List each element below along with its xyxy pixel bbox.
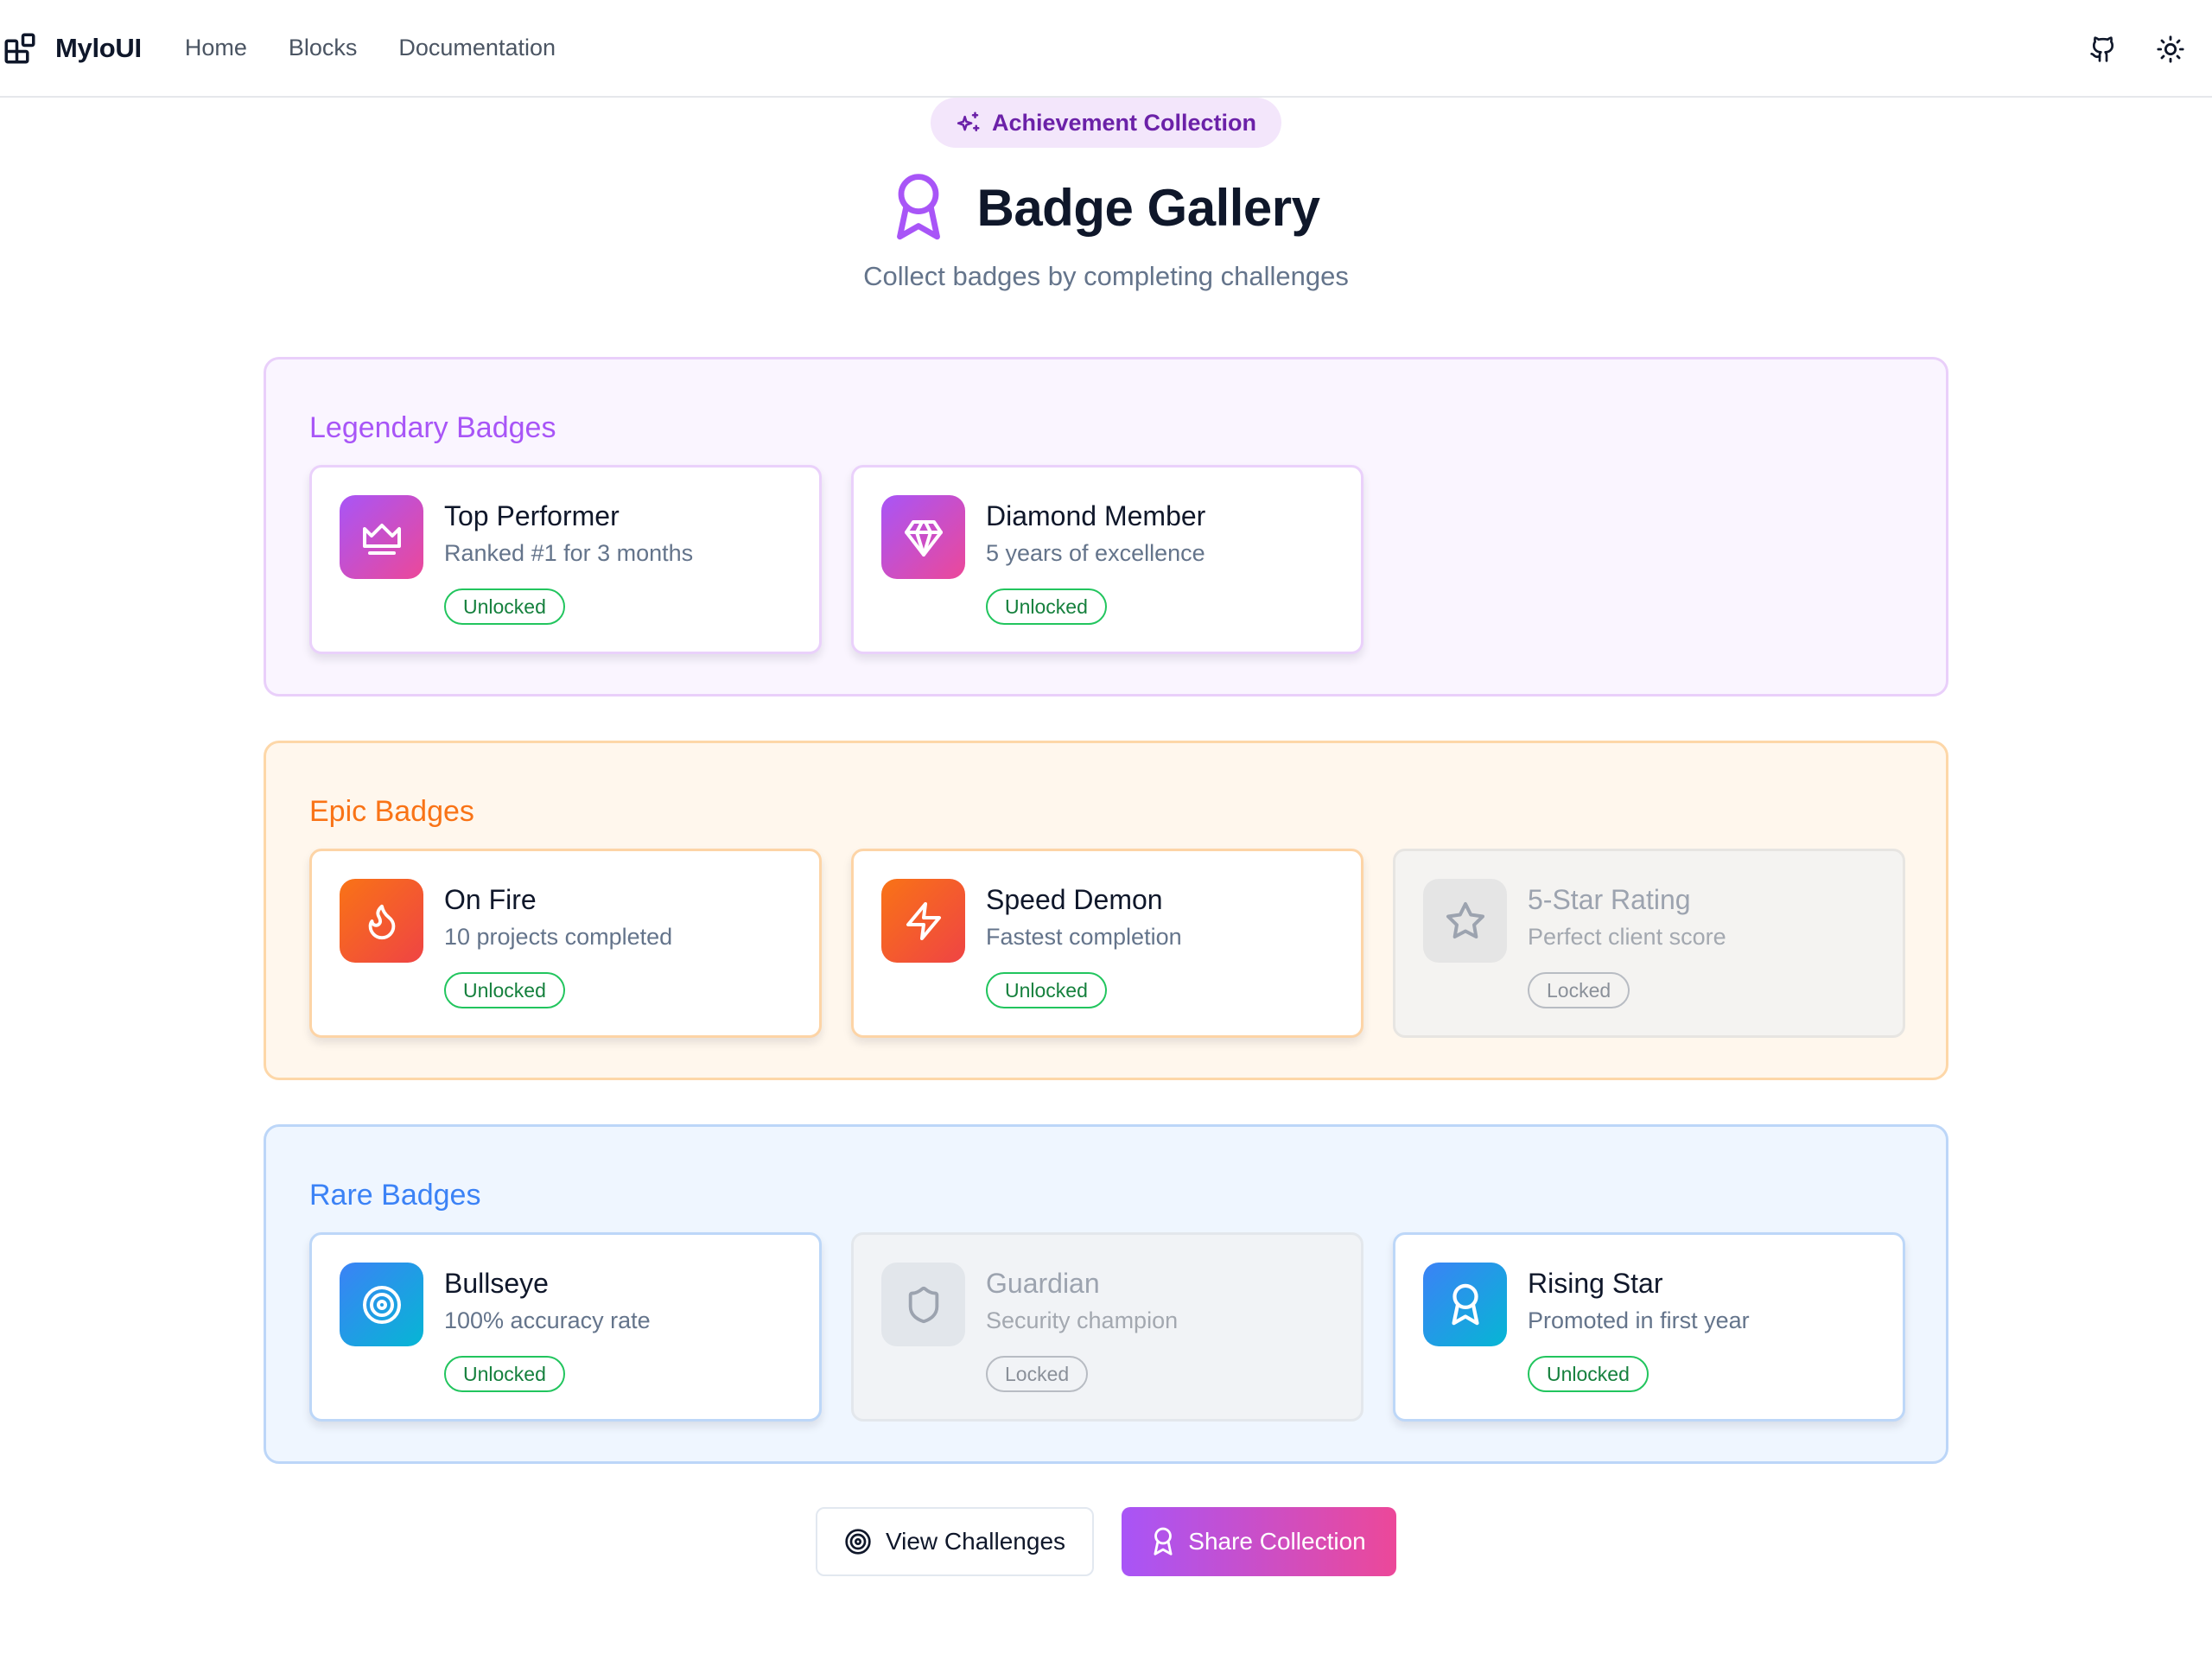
target-icon xyxy=(845,1529,871,1555)
badge-title: Top Performer xyxy=(444,500,620,531)
badge-card-5-star-rating[interactable]: 5-Star Rating Perfect client score Locke… xyxy=(1393,849,1905,1038)
award-icon xyxy=(1451,1283,1479,1325)
badge-card-speed-demon[interactable]: Speed Demon Fastest completion Unlocked xyxy=(851,849,1363,1038)
badge-title: Diamond Member xyxy=(986,500,1206,531)
share-collection-label: Share Collection xyxy=(1188,1528,1366,1555)
badge-title: Speed Demon xyxy=(986,884,1163,915)
badge-card-on-fire[interactable]: On Fire 10 projects completed Unlocked xyxy=(309,849,822,1038)
achievement-eyebrow-badge: Achievement Collection xyxy=(931,98,1281,148)
nav-link-home[interactable]: Home xyxy=(185,35,247,61)
badge-title: Guardian xyxy=(986,1268,1100,1299)
rare-badges-section: Rare Badges Bullseye 100% accuracy rate … xyxy=(264,1124,1948,1464)
badge-description: 10 projects completed xyxy=(444,924,673,950)
badge-icon-tile xyxy=(1423,1263,1507,1346)
nav-links: Home Blocks Documentation xyxy=(185,35,597,61)
badge-card-rising-star[interactable]: Rising Star Promoted in first year Unloc… xyxy=(1393,1232,1905,1422)
badge-description: Fastest completion xyxy=(986,924,1182,950)
view-challenges-button[interactable]: View Challenges xyxy=(816,1507,1094,1576)
github-button[interactable] xyxy=(2082,29,2124,70)
badge-title: 5-Star Rating xyxy=(1528,884,1691,915)
theme-toggle-button[interactable] xyxy=(2150,29,2191,70)
badge-card-guardian[interactable]: Guardian Security champion Locked xyxy=(851,1232,1363,1422)
sun-icon xyxy=(2157,35,2184,63)
status-badge: Unlocked xyxy=(444,588,565,625)
status-badge: Unlocked xyxy=(444,1356,565,1392)
nav-link-documentation[interactable]: Documentation xyxy=(398,35,556,61)
brand-name: MyloUI xyxy=(55,32,142,63)
badge-card-diamond-member[interactable]: Diamond Member 5 years of excellence Unl… xyxy=(851,465,1363,654)
status-badge: Locked xyxy=(986,1356,1089,1392)
blocks-logo-icon xyxy=(4,33,35,63)
status-badge: Unlocked xyxy=(1528,1356,1649,1392)
star-icon xyxy=(1446,901,1484,938)
badge-description: 100% accuracy rate xyxy=(444,1307,651,1333)
github-icon xyxy=(2090,35,2114,62)
badge-description: Ranked #1 for 3 months xyxy=(444,540,694,566)
brand[interactable]: MyloUI xyxy=(2,30,142,67)
hero-title-row: Badge Gallery xyxy=(0,173,2212,242)
page-subtitle: Collect badges by completing challenges xyxy=(863,261,1349,291)
lightning-icon xyxy=(906,901,941,940)
status-badge: Unlocked xyxy=(986,588,1107,625)
badge-icon-tile xyxy=(881,879,965,963)
award-icon xyxy=(1154,1527,1173,1555)
badge-icon-tile xyxy=(1423,879,1507,963)
badge-description: Perfect client score xyxy=(1528,924,1726,950)
legendary-badges-section: Legendary Badges Top Performer Ranked #1… xyxy=(264,357,1948,697)
badge-icon-tile xyxy=(340,495,423,579)
view-challenges-label: View Challenges xyxy=(885,1528,1066,1555)
award-icon xyxy=(897,174,941,240)
tier-title: Epic Badges xyxy=(309,795,474,828)
top-navbar: MyloUI Home Blocks Documentation xyxy=(0,0,2212,98)
badge-icon-tile xyxy=(340,879,423,963)
share-collection-button[interactable]: Share Collection xyxy=(1122,1507,1396,1576)
target-icon xyxy=(362,1285,401,1324)
badge-card-bullseye[interactable]: Bullseye 100% accuracy rate Unlocked xyxy=(309,1232,822,1422)
badge-description: Promoted in first year xyxy=(1528,1307,1750,1333)
shield-icon xyxy=(908,1286,938,1323)
badge-card-top-performer[interactable]: Top Performer Ranked #1 for 3 months Unl… xyxy=(309,465,822,654)
eyebrow-label: Achievement Collection xyxy=(991,109,1257,136)
diamond-icon xyxy=(904,519,943,557)
nav-actions xyxy=(2082,0,2212,98)
flame-icon xyxy=(368,904,395,939)
badge-description: Security champion xyxy=(986,1307,1179,1333)
badge-title: On Fire xyxy=(444,884,537,915)
sparkles-icon xyxy=(957,111,980,131)
status-badge: Locked xyxy=(1528,972,1630,1008)
badge-icon-tile xyxy=(340,1263,423,1346)
badge-icon-tile xyxy=(881,1263,965,1346)
badge-title: Rising Star xyxy=(1528,1268,1663,1299)
badge-title: Bullseye xyxy=(444,1268,549,1299)
page-title: Badge Gallery xyxy=(976,178,1320,237)
tier-title: Rare Badges xyxy=(309,1179,481,1212)
status-badge: Unlocked xyxy=(986,972,1107,1008)
badge-icon-tile xyxy=(881,495,965,579)
badge-description: 5 years of excellence xyxy=(986,540,1205,566)
crown-icon xyxy=(362,523,401,555)
nav-link-blocks[interactable]: Blocks xyxy=(289,35,358,61)
status-badge: Unlocked xyxy=(444,972,565,1008)
tier-title: Legendary Badges xyxy=(309,411,556,444)
epic-badges-section: Epic Badges On Fire 10 projects complete… xyxy=(264,741,1948,1080)
